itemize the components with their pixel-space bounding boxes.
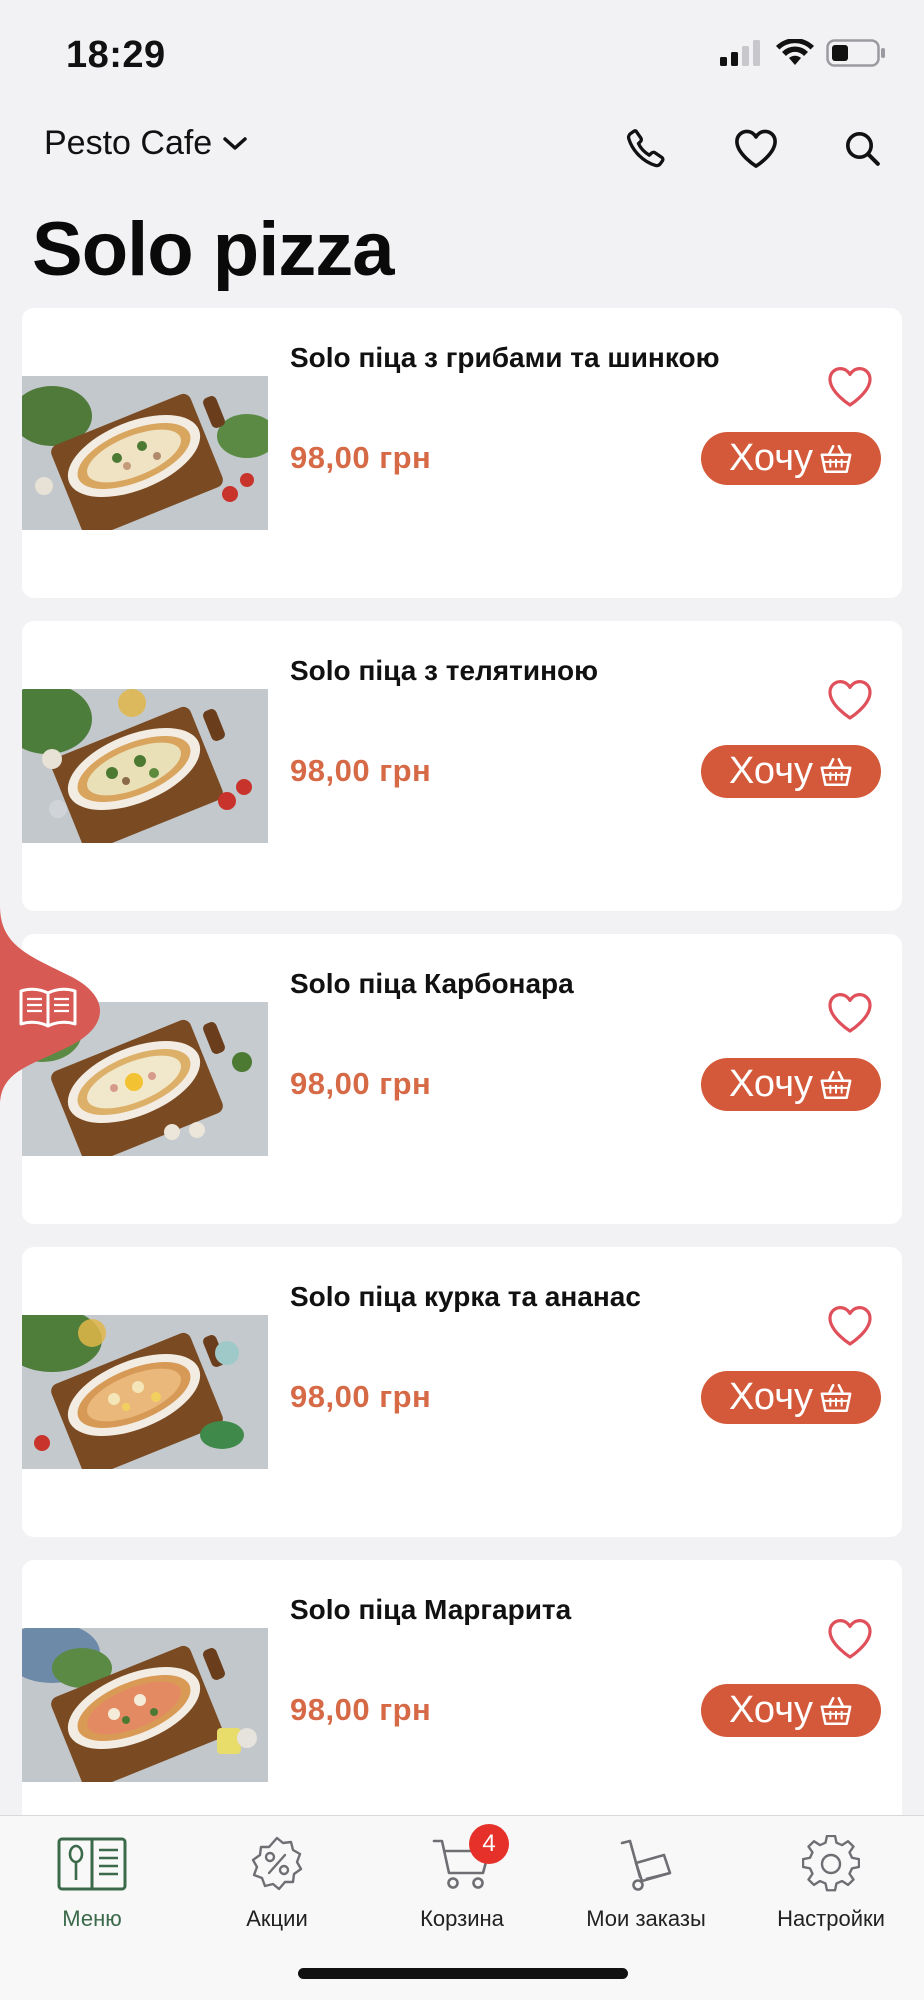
- chevron-down-icon: [223, 136, 247, 150]
- add-to-cart-label: Хочу: [728, 437, 813, 479]
- tab-my-orders[interactable]: Мои заказы: [556, 1832, 736, 1952]
- add-to-cart-button[interactable]: Хочу: [701, 1058, 881, 1111]
- favorite-button[interactable]: [824, 1614, 876, 1662]
- favorite-button[interactable]: [824, 1301, 876, 1349]
- orders-cart-icon: [620, 1839, 672, 1891]
- search-button[interactable]: [836, 122, 888, 174]
- cart-count-badge: 4: [469, 1824, 509, 1864]
- add-to-cart-button[interactable]: Хочу: [701, 432, 881, 485]
- basket-icon: [820, 757, 852, 786]
- heart-icon: [828, 1619, 872, 1659]
- product-card[interactable]: Solo піца курка та ананас 98,00 грн Хочу: [22, 1247, 902, 1537]
- category-menu-tab[interactable]: [0, 906, 112, 1106]
- favorite-button[interactable]: [824, 675, 876, 723]
- search-icon: [846, 132, 880, 166]
- add-to-cart-button[interactable]: Хочу: [701, 745, 881, 798]
- basket-icon: [820, 1383, 852, 1412]
- basket-icon: [820, 1070, 852, 1099]
- home-indicator[interactable]: [298, 1968, 628, 1979]
- product-card[interactable]: Solo піца з грибами та шинкою 98,00 грн …: [22, 308, 902, 598]
- add-to-cart-label: Хочу: [728, 1063, 813, 1105]
- heart-icon: [828, 1306, 872, 1346]
- product-name: Solo піца курка та ананас: [290, 1281, 641, 1312]
- basket-icon: [820, 1696, 852, 1725]
- tab-promotions[interactable]: Акции: [187, 1832, 367, 1952]
- tab-settings-label: Настройки: [777, 1906, 885, 1931]
- product-name: Solo піца з грибами та шинкою: [290, 342, 720, 373]
- tab-my-orders-label: Мои заказы: [586, 1906, 706, 1931]
- heart-icon: [735, 129, 777, 168]
- add-to-cart-button[interactable]: Хочу: [701, 1371, 881, 1424]
- product-name: Solo піца Маргарита: [290, 1594, 572, 1625]
- tab-menu-label: Меню: [62, 1906, 122, 1931]
- product-card[interactable]: Solo піца Маргарита 98,00 грн Хочу: [22, 1560, 902, 1850]
- page-title: Solo pizza: [32, 207, 395, 292]
- product-card[interactable]: Solo піца Карбонара 98,00 грн Хочу: [22, 934, 902, 1224]
- product-price: 98,00 грн: [290, 440, 432, 475]
- product-image: [22, 1628, 268, 1782]
- heart-icon: [828, 367, 872, 407]
- gear-icon: [802, 1835, 860, 1892]
- menu-book-icon: [57, 1837, 127, 1891]
- open-book-icon: [19, 987, 77, 1028]
- heart-icon: [828, 993, 872, 1033]
- product-name: Solo піца з телятиною: [290, 655, 598, 686]
- tab-menu[interactable]: Меню: [2, 1832, 182, 1952]
- app-screen: 18:29 Pesto Cafe Solo pizza Solo піца з …: [0, 0, 924, 2000]
- tab-cart[interactable]: 4 Корзина: [372, 1824, 552, 1952]
- favorites-button[interactable]: [730, 122, 782, 174]
- add-to-cart-button[interactable]: Хочу: [701, 1684, 881, 1737]
- favorite-button[interactable]: [824, 362, 876, 410]
- product-list: Solo піца з грибами та шинкою 98,00 грн …: [22, 308, 902, 1873]
- venue-selector[interactable]: Pesto Cafe: [44, 124, 248, 163]
- status-time: 18:29: [66, 34, 166, 76]
- phone-icon: [626, 129, 665, 168]
- status-bar: 18:29: [0, 0, 924, 110]
- product-price: 98,00 грн: [290, 753, 432, 788]
- battery-icon: [826, 39, 885, 67]
- product-image: [22, 1315, 268, 1469]
- product-price: 98,00 грн: [290, 1692, 432, 1727]
- tab-cart-label: Корзина: [420, 1906, 504, 1931]
- product-name: Solo піца Карбонара: [290, 968, 574, 999]
- tab-settings[interactable]: Настройки: [741, 1832, 921, 1952]
- product-price: 98,00 грн: [290, 1379, 432, 1414]
- basket-icon: [820, 444, 852, 473]
- heart-icon: [828, 680, 872, 720]
- add-to-cart-label: Хочу: [728, 1376, 813, 1418]
- tab-promotions-label: Акции: [246, 1906, 308, 1931]
- status-icons: [720, 38, 886, 68]
- cellular-signal-icon: [720, 40, 760, 66]
- add-to-cart-label: Хочу: [728, 750, 813, 792]
- product-image: [22, 689, 268, 843]
- product-image: [22, 376, 268, 530]
- wifi-icon: [776, 39, 814, 65]
- venue-name: Pesto Cafe: [44, 124, 213, 162]
- add-to-cart-label: Хочу: [728, 1689, 813, 1731]
- call-button[interactable]: [620, 122, 672, 174]
- discount-icon: [251, 1836, 303, 1891]
- product-card[interactable]: Solo піца з телятиною 98,00 грн Хочу: [22, 621, 902, 911]
- favorite-button[interactable]: [824, 988, 876, 1036]
- top-nav: Pesto Cafe: [0, 112, 924, 184]
- product-price: 98,00 грн: [290, 1066, 432, 1101]
